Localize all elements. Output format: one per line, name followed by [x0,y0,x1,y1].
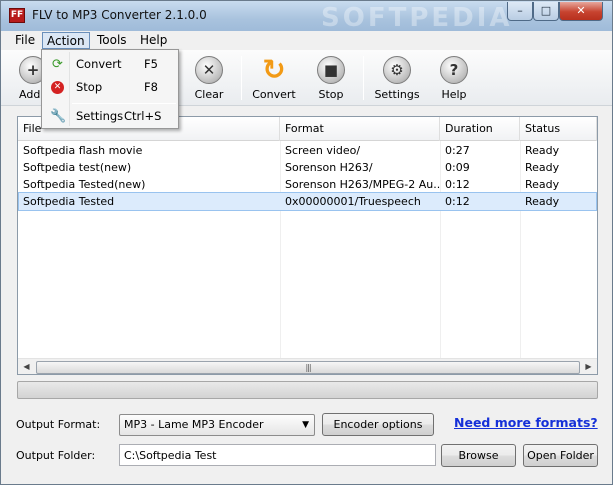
output-folder-field[interactable] [119,444,436,466]
toolbar-separator [241,56,242,100]
app-window: FF FLV to MP3 Converter 2.1.0.0 SOFTPEDI… [0,0,613,485]
help-button[interactable]: ? Help [426,53,482,103]
help-label: Help [441,88,467,101]
cell-duration: 0:12 [445,178,470,191]
menu-item-shortcut: F8 [144,80,158,94]
minimize-button[interactable]: – [507,2,533,21]
menu-help[interactable]: Help [136,32,171,49]
menu-item-shortcut: Ctrl+S [124,109,162,123]
menu-item-shortcut: F5 [144,57,158,71]
help-icon: ? [440,56,468,84]
convert-button[interactable]: ↻ Convert [246,53,302,103]
softpedia-watermark: SOFTPEDIA [321,3,513,33]
title-bar[interactable]: FF FLV to MP3 Converter 2.1.0.0 SOFTPEDI… [1,1,612,33]
table-row[interactable]: Softpedia test(new) Sorenson H263/ 0:09 … [18,159,597,176]
menu-separator [72,103,176,104]
cell-format: Sorenson H263/ [285,161,373,174]
convert-icon: ↻ [262,53,286,86]
table-row[interactable]: Softpedia flash movie Screen video/ 0:27… [18,142,597,159]
column-header-status[interactable]: Status [520,117,597,141]
cell-file: Softpedia Tested(new) [23,178,146,191]
open-folder-button[interactable]: Open Folder [523,444,598,467]
menu-item-stop[interactable]: ✕ Stop F8 [44,76,176,98]
window-title: FLV to MP3 Converter 2.1.0.0 [32,8,207,22]
stop-icon: ✕ [51,81,64,94]
more-formats-link[interactable]: Need more formats? [454,415,598,430]
cell-duration: 0:12 [445,195,470,208]
cell-status: Ready [525,178,560,191]
menu-bar: File Action Tools Help [1,31,612,50]
clear-button[interactable]: ✕ Clear [181,53,237,103]
cell-status: Ready [525,161,560,174]
menu-action[interactable]: Action [42,32,90,49]
convert-label: Convert [252,88,296,101]
conversion-progress-bar [17,381,598,399]
stop-icon: ■ [317,56,345,84]
table-row-selected[interactable]: Softpedia Tested 0x00000001/Truespeech 0… [18,192,597,211]
column-header-format[interactable]: Format [280,117,440,141]
cell-duration: 0:09 [445,161,470,174]
cell-format: Sorenson H263/MPEG-2 Au... [285,178,440,191]
scroll-right-icon[interactable]: ▶ [580,359,597,374]
cell-status: Ready [525,195,560,208]
encoder-options-button[interactable]: Encoder options [322,413,434,436]
cell-file: Softpedia Tested [23,195,115,208]
browse-button[interactable]: Browse [441,444,516,467]
close-button[interactable]: ✕ [559,2,603,21]
stop-button[interactable]: ■ Stop [303,53,359,103]
horizontal-scrollbar[interactable]: ◀ ||| ▶ [18,358,597,374]
cell-format: 0x00000001/Truespeech [285,195,421,208]
cell-format: Screen video/ [285,144,361,157]
scroll-thumb[interactable]: ||| [36,361,580,374]
wrench-icon: 🔧 [50,109,67,124]
action-dropdown-menu: ⟳ Convert F5 ✕ Stop F8 🔧 Settings Ctrl+S [41,49,179,129]
cell-duration: 0:27 [445,144,470,157]
app-icon: FF [9,8,25,23]
settings-button[interactable]: ⚙ Settings [369,53,425,103]
menu-item-label: Stop [76,80,103,94]
clear-icon: ✕ [195,56,223,84]
menu-item-label: Convert [76,57,122,71]
column-header-duration[interactable]: Duration [440,117,520,141]
menu-file[interactable]: File [11,32,39,49]
output-format-value: MP3 - Lame MP3 Encoder [124,418,264,431]
cell-file: Softpedia test(new) [23,161,132,174]
scroll-left-icon[interactable]: ◀ [18,359,35,374]
output-folder-input[interactable] [120,445,435,465]
output-format-label: Output Format: [16,418,101,431]
table-row[interactable]: Softpedia Tested(new) Sorenson H263/MPEG… [18,176,597,193]
menu-item-convert[interactable]: ⟳ Convert F5 [44,53,176,75]
file-list[interactable]: File Format Duration Status Softpedia fl… [17,116,598,375]
cell-status: Ready [525,144,560,157]
chevron-down-icon: ▼ [302,420,309,430]
cell-file: Softpedia flash movie [23,144,143,157]
output-folder-label: Output Folder: [16,449,96,462]
convert-icon: ⟳ [52,57,63,72]
output-format-select[interactable]: MP3 - Lame MP3 Encoder ▼ [119,414,315,436]
menu-tools[interactable]: Tools [93,32,131,49]
settings-label: Settings [374,88,420,101]
maximize-button[interactable]: □ [533,2,559,21]
clear-label: Clear [194,88,224,101]
toolbar-separator [363,56,364,100]
menu-item-label: Settings [76,109,124,123]
gear-icon: ⚙ [383,56,411,84]
stop-label: Stop [318,88,344,101]
menu-item-settings[interactable]: 🔧 Settings Ctrl+S [44,105,176,127]
